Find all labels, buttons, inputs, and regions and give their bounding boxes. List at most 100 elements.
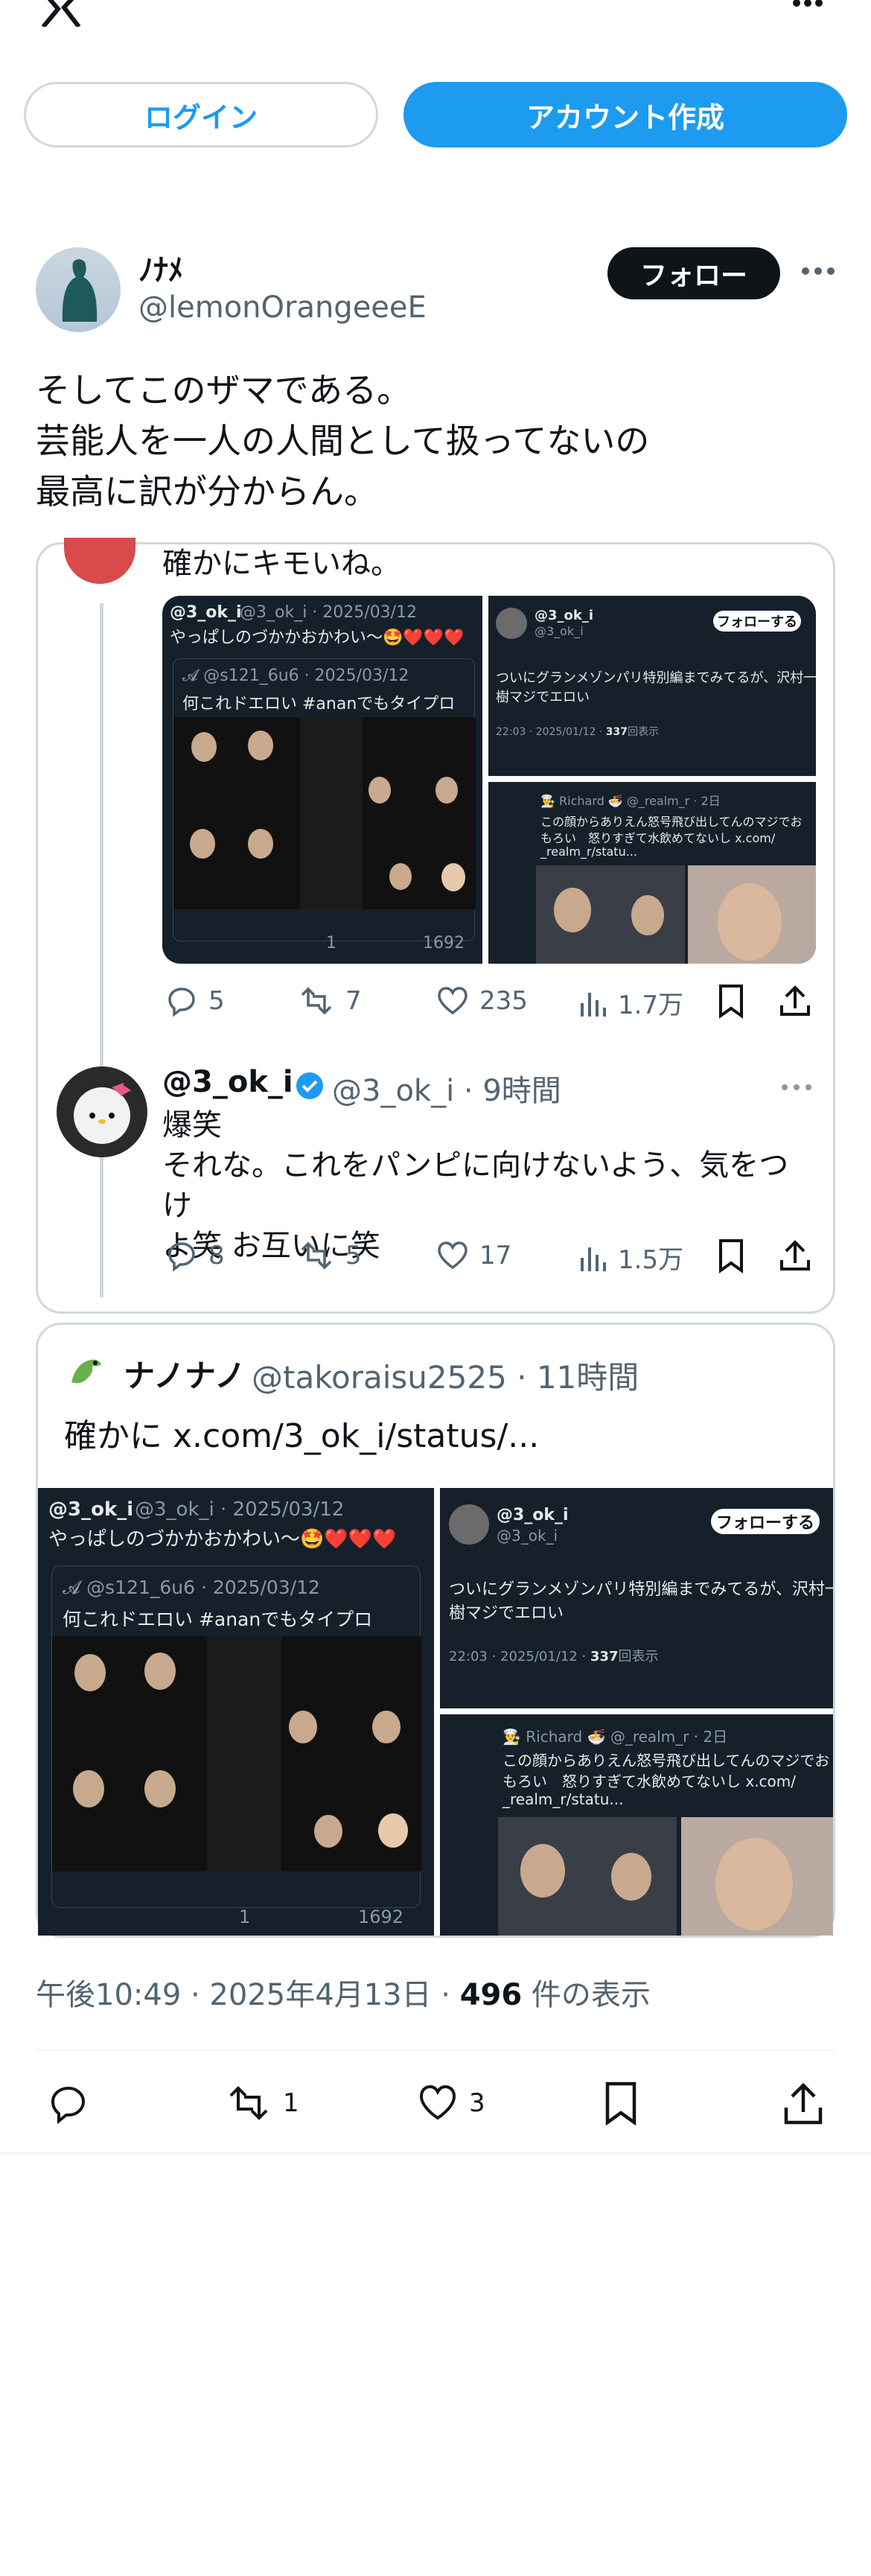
bookmark-icon[interactable] <box>716 1238 746 1273</box>
retweet-button[interactable]: 1 <box>225 2082 299 2124</box>
photo-selfie <box>688 865 816 964</box>
like-button[interactable]: 3 <box>417 2082 485 2124</box>
reply-count: 8 <box>208 1241 225 1270</box>
media-tr-name: @3_ok_i <box>535 608 594 623</box>
retweet-icon <box>229 2086 268 2120</box>
media-image-top-right[interactable]: @3_ok_i @3_ok_i フォローする ついにグランメゾンパリ特別編までみ… <box>488 596 816 776</box>
media-br-text1: この顔からありえん怒号飛び出してんのマジでお <box>540 815 803 829</box>
media-tr-views-label: 回表示 <box>618 1649 659 1664</box>
x-logo-icon[interactable] <box>39 0 83 27</box>
media-grid[interactable]: @3_ok_i @3_ok_i · 2025/03/12 やっぱしのづかかおかわ… <box>162 596 816 964</box>
media-left-inner-text: 何これドエロい #ananでもタイプロ <box>182 695 456 713</box>
share-icon[interactable] <box>779 1238 811 1273</box>
media-image-left[interactable]: @3_ok_i @3_ok_i · 2025/03/12 やっぱしのづかかおかわ… <box>162 596 482 964</box>
retweet-button[interactable]: 5 <box>298 1239 362 1272</box>
previous-tweet-text: 確かにキモいね。 <box>162 547 401 581</box>
reply-meta: @3_ok_i · 9時間 <box>332 1074 561 1108</box>
photo-collage <box>173 717 476 909</box>
signup-button[interactable]: アカウント作成 <box>403 82 847 147</box>
more-options-icon[interactable] <box>789 0 826 13</box>
media-br-text1: この顔からありえん怒号飛び出してんのマジでお <box>502 1752 830 1769</box>
media-tr-follow: フォローする <box>711 1509 820 1534</box>
reply-icon <box>51 2086 86 2124</box>
reply-button[interactable]: 8 <box>165 1239 225 1272</box>
like-button[interactable]: 235 <box>436 985 528 1017</box>
like-button[interactable]: 17 <box>436 1239 511 1272</box>
heart-icon <box>419 2084 456 2120</box>
media-left-likes: 1 <box>239 1906 251 1927</box>
views-button[interactable]: 1.5万 <box>578 1239 683 1276</box>
dragon-avatar-icon[interactable] <box>64 1349 109 1394</box>
divider <box>0 2152 871 2154</box>
media-image-bottom-right[interactable]: 👨‍🍳 Richard 🍜 @_realm_r · 2日 この顔からありえん怒号… <box>440 1714 833 1936</box>
like-count: 17 <box>479 1241 512 1270</box>
media-tr-time: 22:03 · 2025/01/12 · <box>496 726 606 738</box>
media-tr-text1: ついにグランメゾンパリ特別編までみてるが、沢村一 <box>449 1580 833 1599</box>
retweet-icon <box>301 987 332 1015</box>
reply-author-name[interactable]: @3_ok_i <box>162 1065 293 1099</box>
thread-connector-line <box>100 603 103 1297</box>
photo-selfie <box>681 1817 833 1936</box>
reply-icon <box>168 1242 195 1272</box>
media-left-name: @3_ok_i <box>48 1498 134 1521</box>
reply-icon <box>168 988 195 1017</box>
more-options-icon[interactable] <box>800 262 837 280</box>
author-name[interactable]: ﾉﾅﾒ <box>138 246 183 289</box>
retweet-count: 5 <box>345 1241 362 1270</box>
media-left-views: 1692 <box>423 934 465 953</box>
media-br-text2: もろい 怒りすぎて水飲めてないし x.com/ <box>540 831 776 845</box>
media-left-text: やっぱしのづかかおかわい〜🤩❤️❤️❤️ <box>48 1528 397 1551</box>
share-icon[interactable] <box>779 983 811 1019</box>
view-count: 1.7万 <box>618 990 684 1020</box>
media-left-inner-text: 何これドエロい #ananでもタイプロ <box>63 1609 373 1630</box>
follow-button[interactable]: フォロー <box>607 247 780 299</box>
reply-author-avatar[interactable] <box>57 1066 147 1157</box>
media-left-name: @3_ok_i <box>170 603 242 622</box>
media-left-inner-meta: 𝓐 @s121_6u6 · 2025/03/12 <box>182 667 409 685</box>
media-tr-views: 337 <box>590 1649 619 1664</box>
reply-button[interactable] <box>48 2082 89 2124</box>
media-tr-name: @3_ok_i <box>497 1506 569 1524</box>
media-tr-time: 22:03 · 2025/01/12 · <box>449 1649 590 1664</box>
media-tr-text2: 樹マジでエロい <box>496 690 590 705</box>
media-tr-handle: @3_ok_i <box>497 1527 558 1545</box>
media-grid[interactable]: @3_ok_i @3_ok_i · 2025/03/12 やっぱしのづかかおかわ… <box>38 1488 833 1936</box>
photo-collage <box>536 865 685 964</box>
media-br-meta: 👨‍🍳 Richard 🍜 @_realm_r · 2日 <box>502 1728 728 1746</box>
media-image-top-right[interactable]: @3_ok_i @3_ok_i フォローする ついにグランメゾンパリ特別編までみ… <box>440 1488 833 1708</box>
author-avatar[interactable] <box>36 247 121 332</box>
media-image-left[interactable]: @3_ok_i @3_ok_i · 2025/03/12 やっぱしのづかかおかわ… <box>38 1488 434 1936</box>
quote-text: 確かに x.com/3_ok_i/status/... <box>64 1417 540 1455</box>
retweet-icon <box>301 1241 332 1270</box>
views-button[interactable]: 1.7万 <box>578 985 683 1021</box>
view-count: 1.5万 <box>618 1245 684 1275</box>
verified-badge-icon <box>295 1071 325 1101</box>
media-left-inner-meta: 𝓐 @s121_6u6 · 2025/03/12 <box>63 1577 320 1598</box>
retweet-count: 7 <box>345 986 362 1016</box>
more-options-icon[interactable] <box>780 1080 813 1095</box>
media-left-meta: @3_ok_i · 2025/03/12 <box>240 603 418 622</box>
heart-icon <box>438 1241 468 1270</box>
login-button[interactable]: ログイン <box>24 82 378 147</box>
bookmark-icon[interactable] <box>716 983 746 1019</box>
reply-count: 5 <box>208 986 225 1016</box>
reply-button[interactable]: 5 <box>165 985 225 1017</box>
tweet-timestamp: 午後10:49 · 2025年4月13日 · 496 件の表示 <box>36 1978 651 2012</box>
share-icon[interactable] <box>783 2081 823 2125</box>
view-count: 496 <box>459 1978 523 2012</box>
author-handle[interactable]: @lemonOrangeeeE <box>138 290 427 325</box>
media-image-bottom-right[interactable]: 👨‍🍳 Richard 🍜 @_realm_r · 2日 この顔からありえん怒号… <box>488 782 816 964</box>
media-left-meta: @3_ok_i · 2025/03/12 <box>135 1498 345 1521</box>
analytics-icon <box>581 992 606 1017</box>
quote-author-name[interactable]: ナノナノ <box>124 1351 246 1396</box>
media-br-text3: _realm_r/statu... <box>540 845 637 859</box>
media-br-text3: _realm_r/statu... <box>502 1790 624 1808</box>
bookmark-icon[interactable] <box>603 2081 639 2125</box>
photo-collage <box>498 1817 677 1936</box>
media-tr-follow: フォローする <box>713 611 801 632</box>
media-tr-text1: ついにグランメゾンパリ特別編までみてるが、沢村一 <box>496 670 816 686</box>
like-count: 235 <box>479 986 528 1016</box>
retweet-button[interactable]: 7 <box>298 985 362 1017</box>
media-br-text2: もろい 怒りすぎて水飲めてないし x.com/ <box>502 1772 797 1790</box>
photo-collage <box>52 1636 421 1871</box>
